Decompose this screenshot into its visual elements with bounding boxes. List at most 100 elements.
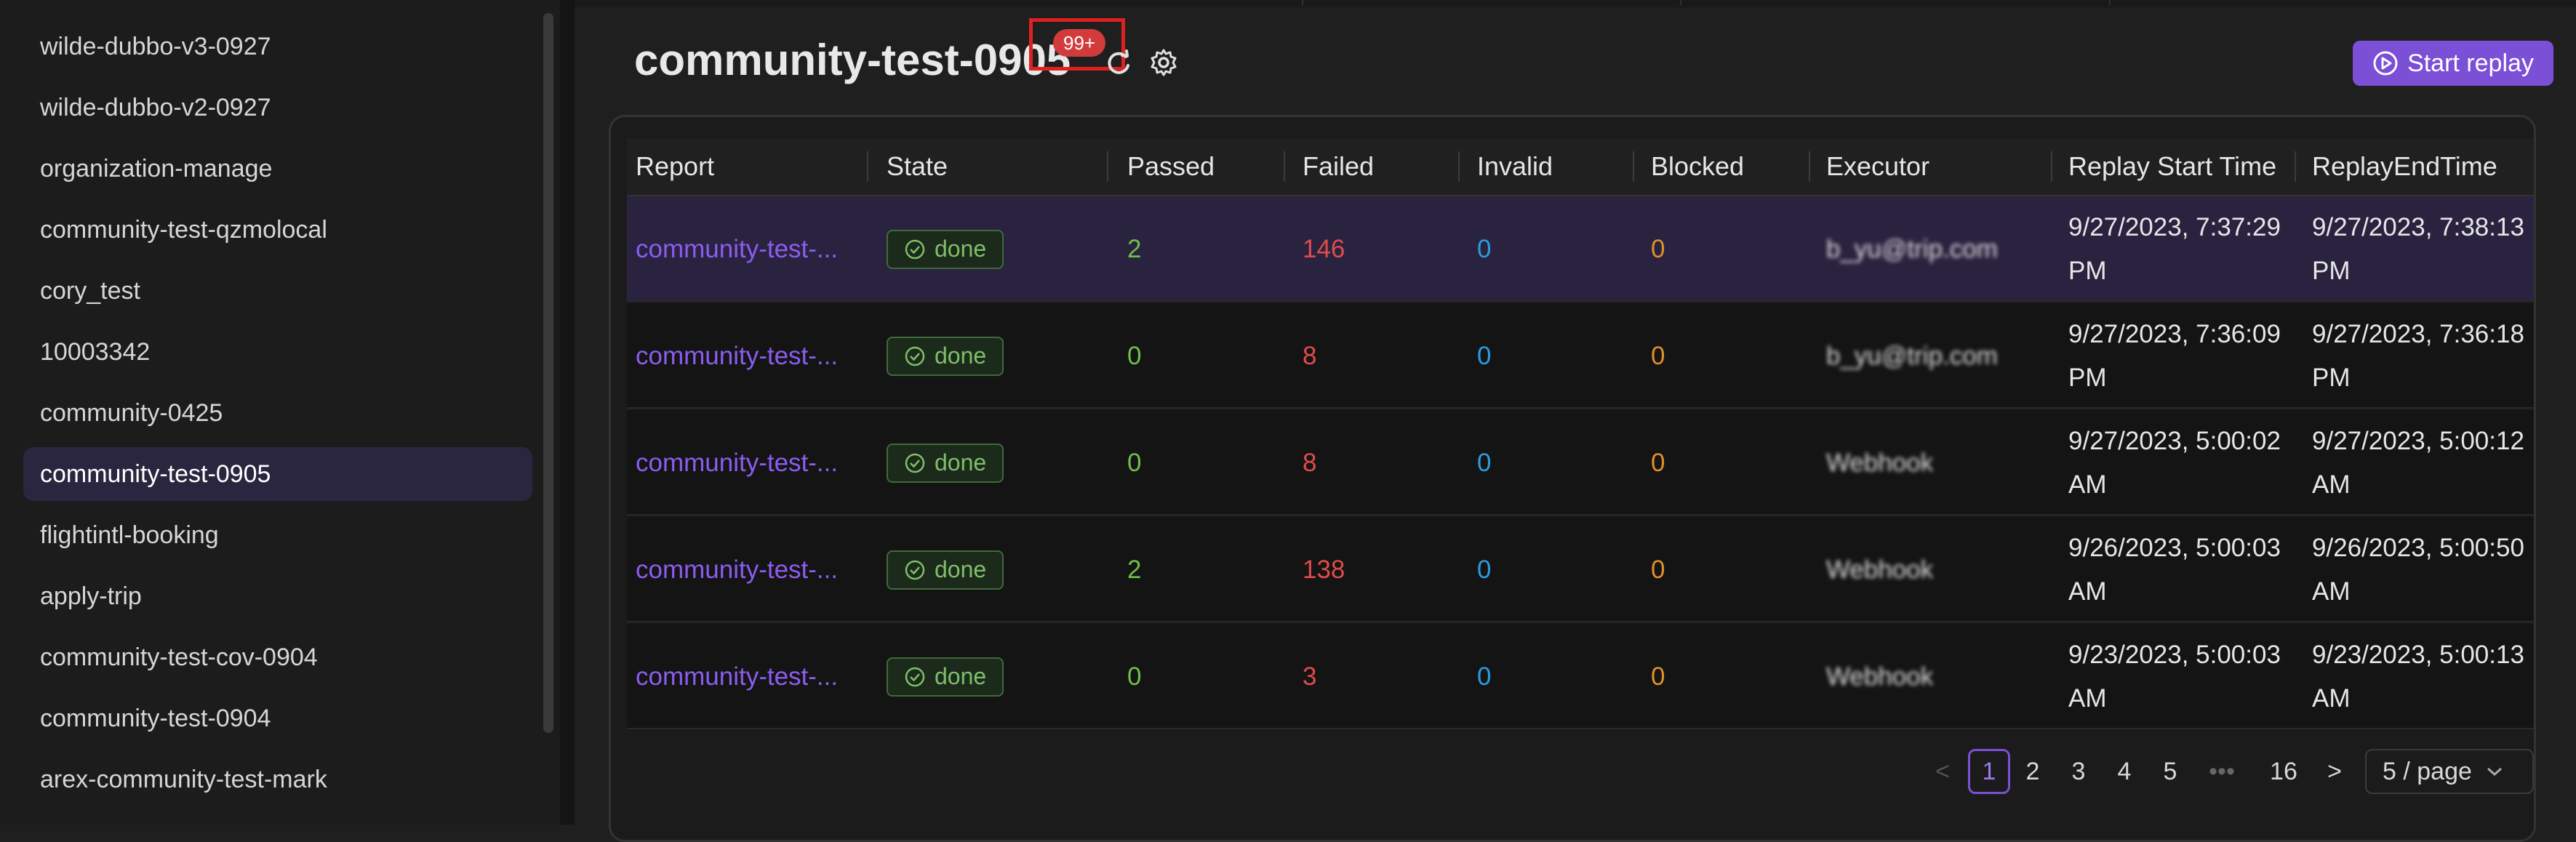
- start-replay-label: Start replay: [2407, 49, 2534, 77]
- end-time-date: 9/27/2023, 5:00:12: [2312, 426, 2524, 455]
- report-link[interactable]: community-test-...: [636, 662, 838, 691]
- passed-cell: 0: [1127, 448, 1142, 477]
- sidebar-item[interactable]: flightintl-booking: [23, 508, 532, 562]
- sidebar-item[interactable]: wilde-dubbo-v3-0927: [23, 20, 532, 73]
- report-cell: community-test-...: [627, 303, 867, 409]
- sidebar-item[interactable]: community-test-cov-0904: [23, 630, 532, 684]
- start-time-cell: 9/26/2023, 5:00:03 AM: [2060, 517, 2300, 622]
- start-time-cell: 9/27/2023, 7:36:09 PM: [2060, 303, 2300, 409]
- end-time-meridiem: AM: [2312, 577, 2351, 606]
- page-ellipsis[interactable]: •••: [2200, 749, 2244, 794]
- executor-value: b_yu@trip.com: [1826, 234, 1998, 263]
- report-link[interactable]: community-test-...: [636, 342, 838, 371]
- tab-separator: [1680, 0, 1681, 6]
- passed-cell: 2: [1127, 555, 1142, 584]
- sidebar-item-active[interactable]: community-test-0905: [23, 447, 532, 501]
- start-replay-button[interactable]: Start replay: [2353, 41, 2553, 86]
- tab-separator: [2109, 0, 2111, 6]
- state-label: done: [935, 663, 987, 689]
- table-row[interactable]: community-test-... done 0 8 0 0 b_yu@tri…: [627, 303, 2534, 409]
- invalid-cell: 0: [1477, 555, 1492, 584]
- passed-cell: 2: [1127, 234, 1142, 263]
- column-separator: [2051, 151, 2052, 182]
- report-cell: community-test-...: [627, 196, 867, 302]
- sidebar-item[interactable]: community-test-0904: [23, 691, 532, 745]
- column-header-end-time: ReplayEndTime: [2312, 151, 2497, 181]
- start-time-meridiem: AM: [2068, 577, 2107, 606]
- check-circle-icon: [905, 667, 925, 686]
- start-time-date: 9/27/2023, 5:00:02: [2068, 426, 2281, 455]
- page-button[interactable]: 2: [2015, 749, 2051, 794]
- sidebar-item[interactable]: community-test-qzmolocal: [23, 203, 532, 257]
- end-time-cell: 9/26/2023, 5:00:50 AM: [2303, 517, 2534, 622]
- table-row[interactable]: community-test-... done 2 146 0 0 b_yu@t…: [627, 196, 2534, 302]
- invalid-cell: 0: [1477, 341, 1492, 370]
- column-separator: [1633, 151, 1634, 182]
- state-label: done: [935, 342, 987, 369]
- start-time-meridiem: AM: [2068, 470, 2107, 499]
- column-header-report: Report: [636, 151, 715, 181]
- sidebar-item[interactable]: community-0425: [23, 386, 532, 440]
- column-separator: [1458, 151, 1460, 182]
- end-time-date: 9/26/2023, 5:00:50: [2312, 533, 2524, 562]
- end-time-cell: 9/23/2023, 5:00:13 AM: [2303, 624, 2534, 729]
- refresh-icon[interactable]: [1104, 48, 1133, 77]
- state-tag: done: [887, 550, 1004, 590]
- state-tag: done: [887, 336, 1004, 376]
- page-button-last[interactable]: 16: [2263, 749, 2304, 794]
- start-time-meridiem: PM: [2068, 363, 2107, 392]
- page-button[interactable]: 4: [2106, 749, 2143, 794]
- sidebar-item[interactable]: 10003342: [23, 325, 532, 379]
- prev-page-button[interactable]: <: [1924, 749, 1961, 794]
- sidebar-item[interactable]: cory_test: [23, 264, 532, 318]
- page-size-select[interactable]: 5 / page: [2365, 749, 2534, 794]
- start-time-cell: 9/27/2023, 5:00:02 AM: [2060, 410, 2300, 516]
- state-cell: done: [878, 517, 1118, 622]
- report-link[interactable]: community-test-...: [636, 556, 838, 585]
- gear-icon[interactable]: [1149, 48, 1178, 77]
- column-header-executor: Executor: [1826, 151, 1930, 181]
- column-separator: [2295, 151, 2296, 182]
- invalid-cell: 0: [1477, 662, 1492, 691]
- invalid-cell: 0: [1477, 234, 1492, 263]
- sidebar-item[interactable]: organization-manage: [23, 142, 532, 196]
- page-button[interactable]: 3: [2060, 749, 2097, 794]
- end-time-date: 9/27/2023, 7:38:13: [2312, 212, 2524, 241]
- end-time-meridiem: PM: [2312, 363, 2351, 392]
- sidebar-scrollbar[interactable]: [543, 13, 553, 733]
- report-link[interactable]: community-test-...: [636, 449, 838, 478]
- failed-cell: 3: [1303, 662, 1317, 691]
- state-cell: done: [878, 410, 1118, 516]
- panel-divider[interactable]: [560, 0, 575, 825]
- start-time-date: 9/27/2023, 7:36:09: [2068, 319, 2281, 348]
- sidebar-item[interactable]: wilde-dubbo-v2-0927: [23, 81, 532, 135]
- start-time-meridiem: AM: [2068, 683, 2107, 713]
- blocked-cell: 0: [1651, 448, 1665, 477]
- column-header-invalid: Invalid: [1477, 151, 1553, 181]
- executor-value: Webhook: [1826, 555, 1934, 584]
- start-time-cell: 9/27/2023, 7:37:29 PM: [2060, 196, 2300, 302]
- column-header-failed: Failed: [1303, 151, 1375, 181]
- column-separator: [1809, 151, 1810, 182]
- invalid-cell: 0: [1477, 448, 1492, 477]
- report-cell: community-test-...: [627, 624, 867, 729]
- top-tab-strip: [575, 0, 2576, 7]
- executor-value: Webhook: [1826, 448, 1934, 477]
- executor-value: b_yu@trip.com: [1826, 341, 1998, 370]
- check-circle-icon: [905, 239, 925, 259]
- table-row[interactable]: community-test-... done 0 3 0 0 Webhook …: [627, 624, 2534, 729]
- page-button[interactable]: 5: [2152, 749, 2188, 794]
- state-tag: done: [887, 657, 1004, 697]
- report-link[interactable]: community-test-...: [636, 235, 838, 264]
- check-circle-icon: [905, 453, 925, 473]
- failed-cell: 8: [1303, 448, 1317, 477]
- table-header: Report State Passed Failed Invalid Block…: [627, 138, 2534, 196]
- next-page-button[interactable]: >: [2316, 749, 2353, 794]
- page-button-current[interactable]: 1: [1968, 749, 2010, 794]
- blocked-cell: 0: [1651, 662, 1665, 691]
- table-row[interactable]: community-test-... done 2 138 0 0 Webhoo…: [627, 517, 2534, 622]
- table-row[interactable]: community-test-... done 0 8 0 0 Webhook …: [627, 410, 2534, 516]
- end-time-date: 9/23/2023, 5:00:13: [2312, 640, 2524, 669]
- sidebar-item[interactable]: apply-trip: [23, 569, 532, 623]
- passed-cell: 0: [1127, 341, 1142, 370]
